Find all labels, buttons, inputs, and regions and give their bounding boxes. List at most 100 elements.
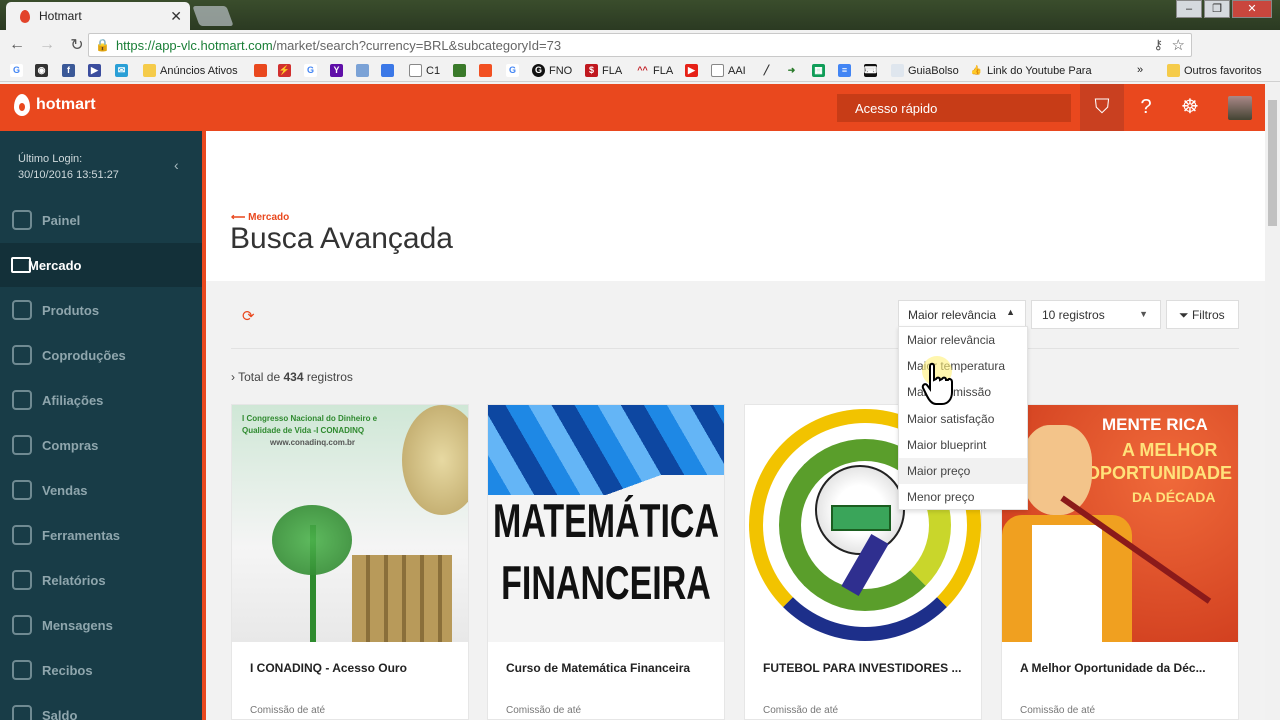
- product-card[interactable]: I Congresso Nacional do Dinheiro e Quali…: [231, 404, 469, 720]
- bookmark-google-icon[interactable]: G: [304, 64, 321, 77]
- browser-tabbar: Hotmart ✕ – ❐ ✕: [0, 0, 1280, 30]
- bookmark-star-icon[interactable]: ☆: [1172, 36, 1185, 54]
- bookmark-outros-favoritos[interactable]: Outros favoritos: [1167, 64, 1262, 77]
- sidebar-item-vendas[interactable]: Vendas: [0, 468, 202, 512]
- sidebar-item-coproducoes[interactable]: Coproduções: [0, 333, 202, 377]
- bookmark-icon[interactable]: ▶: [88, 64, 105, 77]
- more-bookmarks-icon[interactable]: »: [1137, 64, 1143, 76]
- product-name[interactable]: Curso de Matemática Financeira: [506, 661, 690, 675]
- bookmark-icon[interactable]: ╱: [760, 64, 777, 77]
- sidebar: Último Login: 30/10/2016 13:51:27 ‹ Pain…: [0, 131, 206, 720]
- hotmart-favicon-icon: [20, 9, 30, 23]
- sidebar-item-recibos[interactable]: Recibos: [0, 648, 202, 692]
- reload-icon[interactable]: ↻: [64, 35, 90, 55]
- sort-option[interactable]: Maior blueprint: [899, 432, 1027, 458]
- bookmark-facebook-icon[interactable]: f: [62, 64, 79, 77]
- bookmark-icon[interactable]: ⚡: [278, 64, 295, 77]
- forward-icon[interactable]: →: [34, 36, 60, 54]
- image-caption: FINANCEIRA: [501, 557, 711, 611]
- browser-tab[interactable]: Hotmart ✕: [6, 2, 190, 30]
- scrollbar-thumb[interactable]: [1268, 100, 1277, 226]
- bookmark-google-icon[interactable]: G: [506, 64, 523, 77]
- sort-select[interactable]: Maior relevância ▲: [898, 300, 1026, 329]
- sidebar-item-mensagens[interactable]: Mensagens: [0, 603, 202, 647]
- bookmark-icon[interactable]: ◉: [35, 64, 52, 77]
- bookmark-c1[interactable]: C1: [409, 64, 440, 77]
- bookmark-fno[interactable]: G FNO: [532, 64, 572, 77]
- new-tab-button[interactable]: [192, 6, 234, 26]
- sidebar-item-afiliacoes[interactable]: Afiliações: [0, 378, 202, 422]
- refresh-icon[interactable]: ⟳: [242, 307, 255, 325]
- screen: Hotmart ✕ – ❐ ✕ ← → ↻ 🔒 https://app-vlc.…: [0, 0, 1280, 720]
- sidebar-item-painel[interactable]: Painel: [0, 198, 202, 242]
- bookmark-icon[interactable]: [356, 64, 373, 77]
- key-icon[interactable]: ⚷: [1153, 37, 1163, 53]
- sidebar-item-ferramentas[interactable]: Ferramentas: [0, 513, 202, 557]
- bookmark-youtube-link[interactable]: 👍 Link do Youtube Para: [970, 64, 1092, 77]
- sidebar-item-saldo[interactable]: Saldo: [0, 693, 202, 720]
- sort-option[interactable]: Maior satisfação: [899, 406, 1027, 432]
- support-icon[interactable]: ☸: [1168, 84, 1212, 131]
- sidebar-item-label: Afiliações: [42, 392, 104, 408]
- sort-option[interactable]: Maior comissão: [899, 379, 1027, 405]
- minimize-button[interactable]: –: [1176, 0, 1202, 18]
- bookmark-anuncios[interactable]: Anúncios Ativos: [143, 64, 238, 77]
- sidebar-item-label: Coproduções: [42, 347, 126, 363]
- quick-access-input[interactable]: Acesso rápido: [837, 94, 1071, 122]
- bookmark-icon[interactable]: [381, 64, 398, 77]
- bookmark-icon[interactable]: [453, 64, 470, 77]
- sidebar-item-compras[interactable]: Compras: [0, 423, 202, 467]
- hotmart-logo[interactable]: hotmart: [14, 94, 96, 116]
- product-name[interactable]: A Melhor Oportunidade da Déc...: [1020, 661, 1206, 675]
- sidebar-item-produtos[interactable]: Produtos: [0, 288, 202, 332]
- page-scrollbar[interactable]: [1265, 84, 1280, 720]
- sort-option[interactable]: Maior relevância: [899, 327, 1027, 353]
- sort-option[interactable]: Maior temperatura: [899, 353, 1027, 379]
- coins-icon: [12, 435, 32, 455]
- records-per-page-select[interactable]: 10 registros ▼: [1031, 300, 1161, 329]
- bookmark-icon[interactable]: ⌨: [864, 64, 881, 77]
- bookmark-aai[interactable]: AAI: [711, 64, 746, 77]
- bookmark-fla-2[interactable]: ^^ FLA: [636, 64, 673, 77]
- shield-badge-icon[interactable]: ⛉: [1080, 84, 1124, 131]
- bookmark-guiabolso[interactable]: GuiaBolso: [891, 64, 959, 77]
- maximize-button[interactable]: ❐: [1204, 0, 1230, 18]
- product-card[interactable]: MENTE RICA A MELHOR OPORTUNIDADE DA DÉCA…: [1001, 404, 1239, 720]
- sort-option[interactable]: Menor preço: [899, 484, 1027, 510]
- bookmark-docs-icon[interactable]: ≡: [838, 64, 855, 77]
- bookmark-mail-icon[interactable]: ✉: [115, 64, 132, 77]
- chevron-left-icon[interactable]: ‹: [174, 157, 179, 173]
- tab-title: Hotmart: [39, 9, 82, 23]
- sidebar-item-label: Vendas: [42, 482, 88, 498]
- close-window-button[interactable]: ✕: [1232, 0, 1272, 18]
- bookmark-sheets-icon[interactable]: ▦: [812, 64, 829, 77]
- avatar[interactable]: [1228, 96, 1252, 120]
- image-caption: MATEMÁTICA: [493, 495, 719, 549]
- sort-option[interactable]: Maior preço: [899, 457, 1027, 485]
- browser-navbar: ← → ↻ 🔒 https://app-vlc.hotmart.com /mar…: [0, 30, 1280, 81]
- bookmark-icon[interactable]: ➜: [785, 64, 802, 77]
- page-header-area: [206, 131, 1265, 281]
- bookmark-fla-1[interactable]: $ FLA: [585, 64, 622, 77]
- product-image: MENTE RICA A MELHOR OPORTUNIDADE DA DÉCA…: [1002, 405, 1238, 642]
- window-controls: – ❐ ✕: [1174, 0, 1272, 18]
- product-name[interactable]: I CONADINQ - Acesso Ouro: [250, 661, 407, 675]
- sidebar-item-relatorios[interactable]: Relatórios: [0, 558, 202, 602]
- cart-icon: [12, 480, 32, 500]
- bookmark-google-icon[interactable]: G: [10, 64, 27, 77]
- address-bar[interactable]: 🔒 https://app-vlc.hotmart.com /market/se…: [88, 33, 1192, 57]
- bookmark-youtube-icon[interactable]: ▶: [685, 64, 702, 77]
- divider: [231, 348, 1239, 349]
- bookmark-hotmart-icon[interactable]: [254, 64, 271, 77]
- bookmark-microsoft-icon[interactable]: [479, 64, 496, 77]
- coin-graphic: [402, 405, 468, 515]
- close-tab-icon[interactable]: ✕: [170, 8, 182, 25]
- product-card[interactable]: MATEMÁTICA FINANCEIRA Curso de Matemátic…: [487, 404, 725, 720]
- product-name[interactable]: FUTEBOL PARA INVESTIDORES ...: [763, 661, 961, 675]
- commission-label: Comissão de até: [1020, 705, 1096, 716]
- back-icon[interactable]: ←: [4, 36, 30, 54]
- bookmark-yahoo-icon[interactable]: Y: [330, 64, 347, 77]
- commission-label: Comissão de até: [763, 705, 839, 716]
- help-icon[interactable]: ?: [1124, 84, 1168, 131]
- filters-button[interactable]: ⏷ Filtros: [1166, 300, 1239, 329]
